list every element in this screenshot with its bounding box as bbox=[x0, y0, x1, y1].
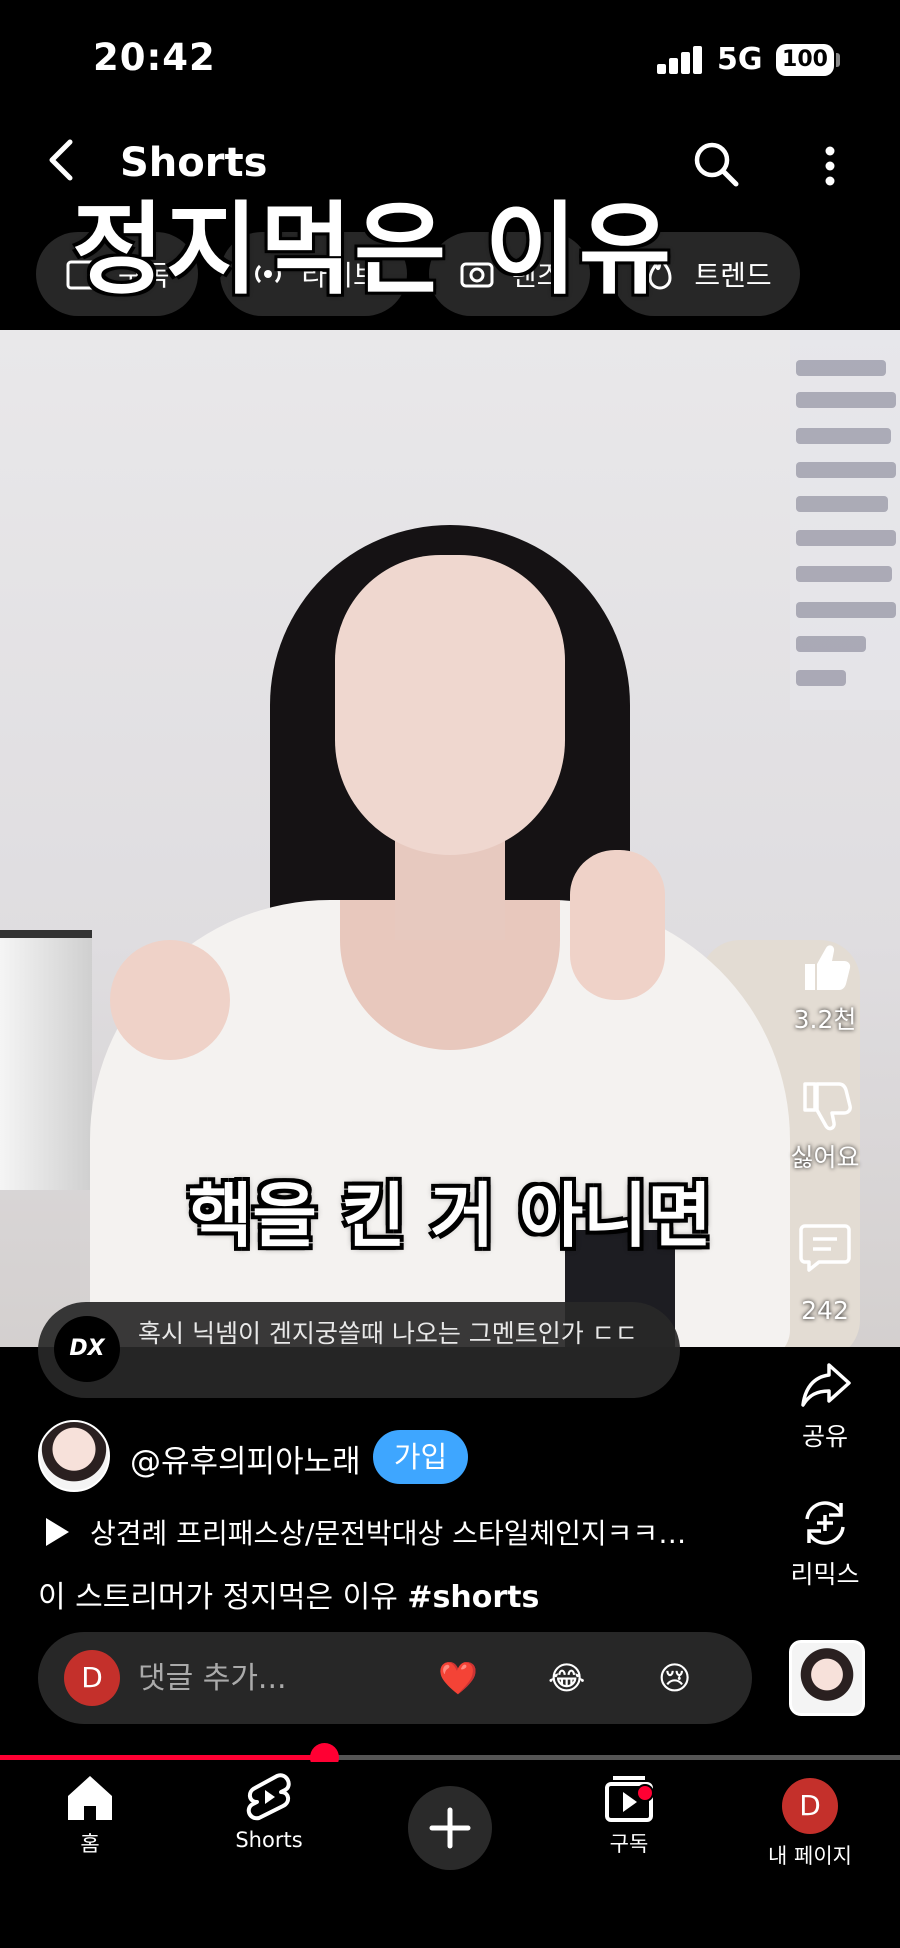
nav-subscriptions[interactable]: 구독 bbox=[559, 1770, 699, 1858]
stream-chat-overlay bbox=[790, 330, 900, 710]
dislike-label: 싫어요 bbox=[790, 1143, 860, 1172]
remix-sound-thumbnail[interactable] bbox=[789, 1640, 865, 1716]
comment-preview-text: 혹시 닉넴이 겐지궁쓸때 나오는 그멘트인가 ㄷㄷ bbox=[138, 1319, 638, 1348]
comment-count: 242 bbox=[801, 1296, 849, 1325]
comment-preview[interactable]: DX 혹시 닉넴이 겐지궁쓸때 나오는 그멘트인가 ㄷㄷ bbox=[38, 1302, 680, 1398]
thumbs-up-icon bbox=[805, 945, 851, 990]
play-icon bbox=[46, 1518, 69, 1546]
bottom-navigation: 홈 Shorts 구독 D 내 페이지 bbox=[0, 1762, 900, 1948]
comment-icon bbox=[799, 1224, 851, 1272]
signal-icon bbox=[657, 46, 703, 74]
nav-shorts[interactable]: Shorts bbox=[199, 1770, 339, 1852]
commenter-avatar: DX bbox=[54, 1316, 120, 1382]
channel-name[interactable]: @유후의피아노래 bbox=[130, 1436, 361, 1481]
piano-background bbox=[0, 930, 92, 1190]
channel-avatar[interactable] bbox=[38, 1420, 110, 1492]
new-content-dot bbox=[636, 1784, 654, 1802]
remix-label: 리믹스 bbox=[790, 1560, 860, 1589]
battery-icon: 100 bbox=[776, 44, 834, 76]
nav-subscriptions-label: 구독 bbox=[609, 1832, 649, 1856]
thumbs-down-icon bbox=[803, 1082, 852, 1131]
search-button[interactable] bbox=[690, 138, 742, 190]
user-avatar: D bbox=[64, 1650, 120, 1706]
chip-label: 트렌드 bbox=[694, 259, 772, 292]
status-clock: 20:42 bbox=[93, 36, 216, 79]
nav-shorts-label: Shorts bbox=[235, 1828, 303, 1852]
more-options-button[interactable] bbox=[810, 140, 850, 192]
nav-home-label: 홈 bbox=[80, 1832, 100, 1856]
home-icon bbox=[68, 1776, 112, 1820]
search-icon bbox=[694, 142, 739, 187]
nav-home[interactable]: 홈 bbox=[20, 1770, 160, 1858]
like-button[interactable]: 3.2천 bbox=[780, 940, 870, 1036]
nav-profile[interactable]: D 내 페이지 bbox=[740, 1770, 880, 1870]
laugh-emoji-button[interactable]: 😂 bbox=[548, 1654, 585, 1702]
share-icon bbox=[801, 1363, 851, 1407]
person-face bbox=[335, 555, 565, 855]
cry-emoji-button[interactable]: 😢 bbox=[658, 1654, 691, 1702]
video-title-text: 이 스트리머가 정지먹은 이유 bbox=[38, 1580, 408, 1615]
share-label: 공유 bbox=[801, 1422, 848, 1451]
comment-input[interactable] bbox=[138, 1654, 388, 1702]
dislike-button[interactable]: 싫어요 bbox=[780, 1078, 870, 1174]
remix-button[interactable]: 리믹스 bbox=[780, 1495, 870, 1591]
hashtag-link[interactable]: #shorts bbox=[407, 1580, 539, 1615]
profile-avatar: D bbox=[782, 1778, 838, 1834]
nav-profile-label: 내 페이지 bbox=[768, 1844, 852, 1868]
video-subtitle: 핵을 킨 거 아니면 bbox=[188, 1175, 712, 1257]
progress-fill bbox=[0, 1755, 324, 1760]
plus-icon bbox=[429, 1807, 471, 1849]
battery-tip bbox=[836, 53, 840, 67]
status-bar: 20:42 5G 100 bbox=[0, 0, 900, 120]
music-title[interactable]: 상견례 프리패스상/문전박대상 스타일체인지ㅋㅋ… bbox=[90, 1512, 740, 1552]
shorts-icon bbox=[246, 1773, 291, 1821]
share-button[interactable]: 공유 bbox=[780, 1357, 870, 1453]
comments-button[interactable]: 242 bbox=[780, 1218, 870, 1325]
network-type: 5G bbox=[717, 42, 763, 77]
page-title: Shorts bbox=[120, 140, 268, 186]
create-button[interactable] bbox=[408, 1786, 492, 1870]
join-button[interactable]: 가입 bbox=[373, 1430, 468, 1484]
playback-progress[interactable] bbox=[0, 1743, 900, 1772]
person-hand-left bbox=[110, 940, 230, 1060]
remix-icon bbox=[805, 1501, 845, 1545]
video-caption-overlay: 정지먹은 이유 bbox=[72, 191, 673, 308]
person-hand-right bbox=[570, 850, 665, 1000]
like-count: 3.2천 bbox=[793, 1005, 857, 1034]
shorts-header: Shorts 구독 라이브 렌즈 트렌드 정지먹은 이유 bbox=[0, 120, 900, 330]
more-vert-icon bbox=[825, 146, 835, 186]
video-title[interactable]: 이 스트리머가 정지먹은 이유 #shorts bbox=[38, 1572, 539, 1616]
comment-input-bar: D ❤️ 😂 😢 bbox=[38, 1632, 752, 1724]
video-player[interactable]: 핵을 킨 거 아니면 bbox=[0, 330, 900, 1347]
heart-emoji-button[interactable]: ❤️ bbox=[438, 1654, 478, 1702]
